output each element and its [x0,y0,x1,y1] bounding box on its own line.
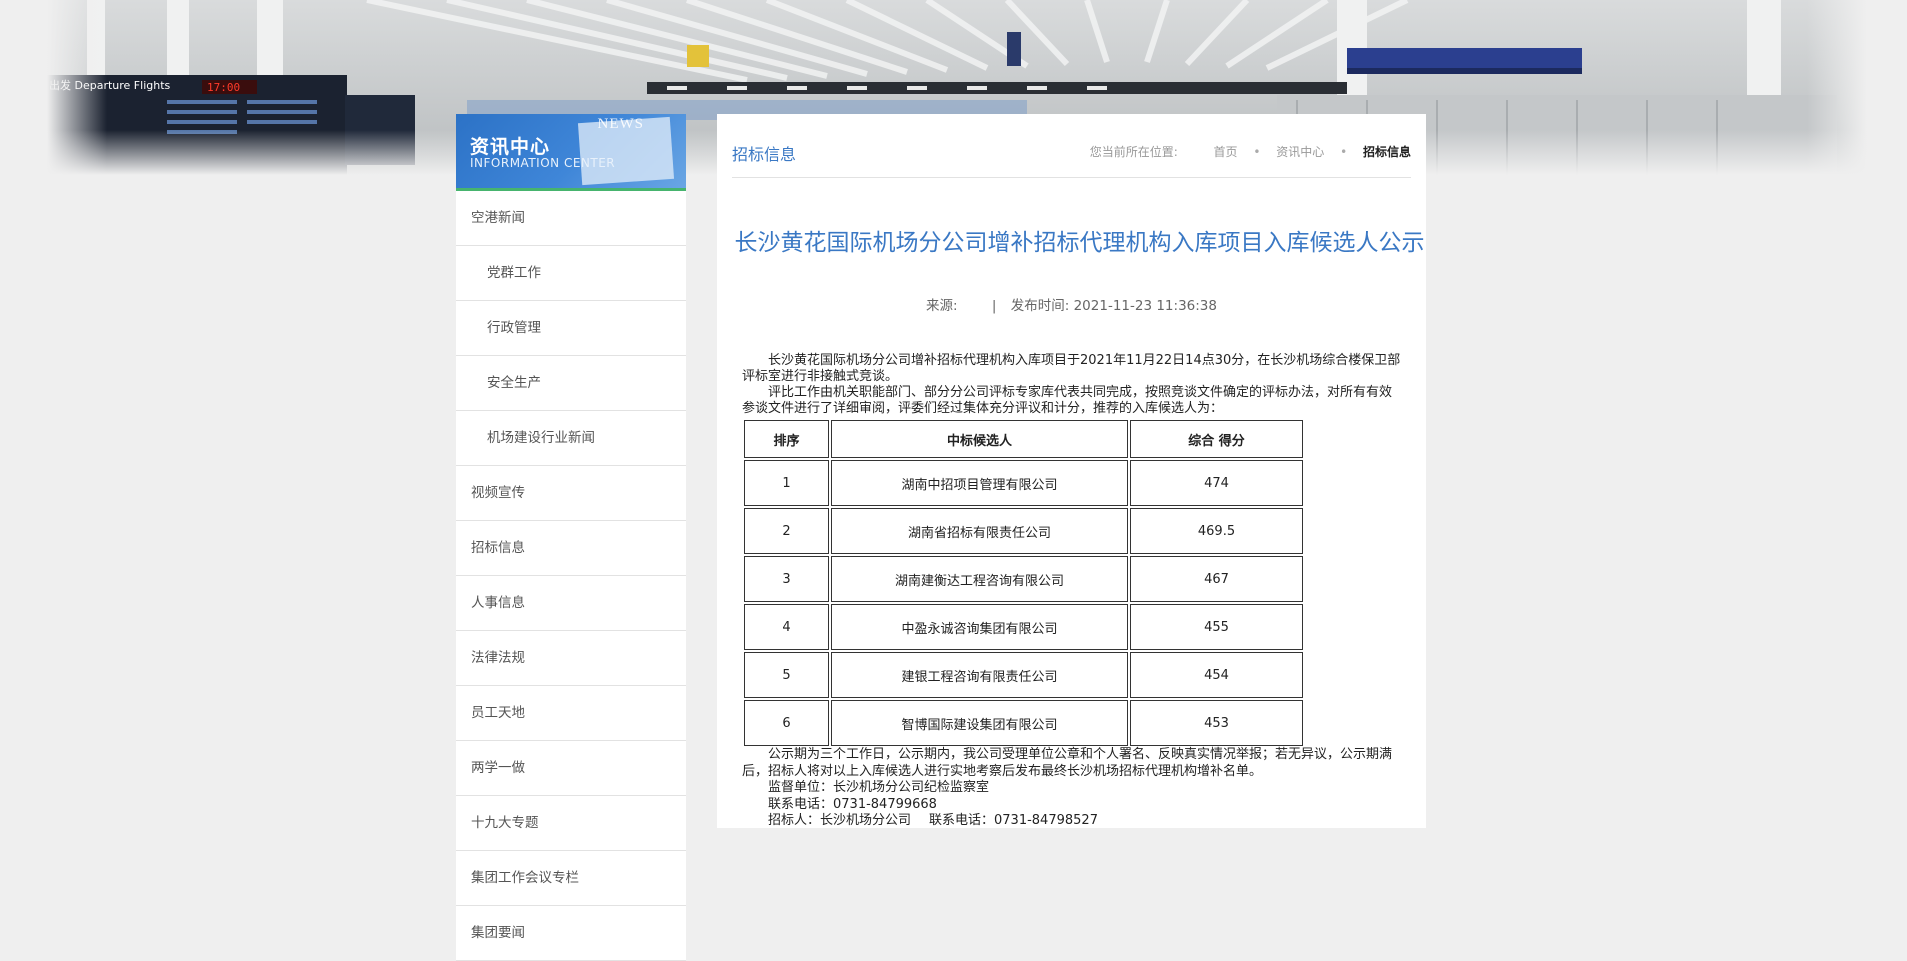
supervisor-line: 监督单位：长沙机场分公司纪检监察室 [768,780,990,795]
breadcrumb-current: 招标信息 [1362,145,1411,159]
content-header: 招标信息 您当前所在位置: 首页 • 资讯中心 • 招标信息 [732,114,1411,178]
sidebar-item-19th-congress[interactable]: 十九大专题 [456,796,686,851]
candidate-cell: 湖南建衡达工程咨询有限公司 [831,556,1128,602]
sidebar-item-personnel[interactable]: 人事信息 [456,576,686,631]
sidebar-item-two-studies[interactable]: 两学一做 [456,741,686,796]
sidebar-title: 资讯中心 [470,136,551,158]
candidate-cell: 湖南中招项目管理有限公司 [831,460,1128,506]
article-title: 长沙黄花国际机场分公司增补招标代理机构入库项目入库候选人公示 [734,230,1425,256]
sidebar-item-administration[interactable]: 行政管理 [456,301,686,356]
main-content: 招标信息 您当前所在位置: 首页 • 资讯中心 • 招标信息 长沙黄花国际机场分… [717,114,1426,828]
departure-board-clock: 17:00 [207,81,240,94]
sidebar-item-airport-news[interactable]: 空港新闻 [456,191,686,246]
breadcrumb-separator-icon: • [1253,145,1261,159]
score-cell: 469.5 [1130,508,1303,554]
article-paragraph: 公示期为三个工作日，公示期内，我公司受理单位公章和个人署名、反映真实情况举报；若… [742,747,1393,779]
candidate-cell: 智博国际建设集团有限公司 [831,700,1128,746]
rank-cell: 5 [744,652,829,698]
table-row: 4 中盈永诚咨询集团有限公司 455 [744,604,1303,650]
score-cell: 454 [1130,652,1303,698]
sidebar-item-video[interactable]: 视频宣传 [456,466,686,521]
sidebar-item-group-meeting[interactable]: 集团工作会议专栏 [456,851,686,906]
table-row: 6 智博国际建设集团有限公司 453 [744,700,1303,746]
header-candidate: 中标候选人 [831,420,1128,458]
table-row: 2 湖南省招标有限责任公司 469.5 [744,508,1303,554]
breadcrumb-prefix: 您当前所在位置: [1089,145,1178,159]
score-cell: 455 [1130,604,1303,650]
rank-cell: 2 [744,508,829,554]
sidebar: NEWS 资讯中心 INFORMATION CENTER 空港新闻 党群工作 行… [456,114,686,961]
sidebar-item-construction-news[interactable]: 机场建设行业新闻 [456,411,686,466]
table-row: 3 湖南建衡达工程咨询有限公司 467 [744,556,1303,602]
article-footer: 公示期为三个工作日，公示期内，我公司受理单位公章和个人署名、反映真实情况举报；若… [742,747,1402,830]
header-score: 综合 得分 [1130,420,1303,458]
article-paragraph: 评比工作由机关职能部门、部分分公司评标专家库代表共同完成，按照竞谈文件确定的评标… [742,385,1393,416]
sidebar-item-tender-info[interactable]: 招标信息 [456,521,686,576]
score-cell: 474 [1130,460,1303,506]
tenderer-name: 招标人：长沙机场分公司 [768,813,912,828]
publish-time: 2021-11-23 11:36:38 [1073,298,1217,314]
sidebar-menu: 空港新闻 党群工作 行政管理 安全生产 机场建设行业新闻 视频宣传 招标信息 人… [456,191,686,961]
meta-separator: | [991,298,997,314]
candidate-table: 排序 中标候选人 综合 得分 1 湖南中招项目管理有限公司 474 2 湖南省招… [742,418,1305,748]
table-row: 1 湖南中招项目管理有限公司 474 [744,460,1303,506]
article-paragraph: 长沙黄花国际机场分公司增补招标代理机构入库项目于2021年11月22日14点30… [742,353,1401,384]
rank-cell: 4 [744,604,829,650]
table-row: 5 建银工程咨询有限责任公司 454 [744,652,1303,698]
sidebar-item-safety[interactable]: 安全生产 [456,356,686,411]
supervisor-phone-line: 联系电话：0731-84799668 [768,796,937,812]
sidebar-subtitle: INFORMATION CENTER [470,156,616,170]
breadcrumb-info-center-link[interactable]: 资讯中心 [1276,145,1324,159]
score-cell: 453 [1130,700,1303,746]
section-title: 招标信息 [732,145,797,164]
score-cell: 467 [1130,556,1303,602]
breadcrumb-separator-icon: • [1340,145,1348,159]
rank-cell: 6 [744,700,829,746]
tenderer-line: 招标人：长沙机场分公司 联系电话：0731-84798527 [742,813,1402,830]
sidebar-item-party-work[interactable]: 党群工作 [456,246,686,301]
candidate-cell: 建银工程咨询有限责任公司 [831,652,1128,698]
rank-cell: 3 [744,556,829,602]
article-body: 长沙黄花国际机场分公司增补招标代理机构入库项目于2021年11月22日14点30… [742,353,1402,417]
sidebar-item-group-news[interactable]: 集团要闻 [456,906,686,961]
source-label: 来源: [926,298,958,314]
breadcrumb-home-link[interactable]: 首页 [1213,145,1237,159]
rank-cell: 1 [744,460,829,506]
candidate-cell: 湖南省招标有限责任公司 [831,508,1128,554]
table-header-row: 排序 中标候选人 综合 得分 [744,420,1303,458]
news-label: NEWS [597,116,644,132]
candidate-cell: 中盈永诚咨询集团有限公司 [831,604,1128,650]
breadcrumb: 您当前所在位置: 首页 • 资讯中心 • 招标信息 [1090,143,1411,160]
sidebar-item-staff[interactable]: 员工天地 [456,686,686,741]
sidebar-item-laws[interactable]: 法律法规 [456,631,686,686]
article-meta: 来源: | 发布时间: 2021-11-23 11:36:38 [717,294,1426,314]
tenderer-phone: 联系电话：0731-84798527 [929,813,1098,828]
sidebar-header: NEWS 资讯中心 INFORMATION CENTER [456,114,686,191]
header-rank: 排序 [744,420,829,458]
publish-label: 发布时间: [1010,298,1070,314]
